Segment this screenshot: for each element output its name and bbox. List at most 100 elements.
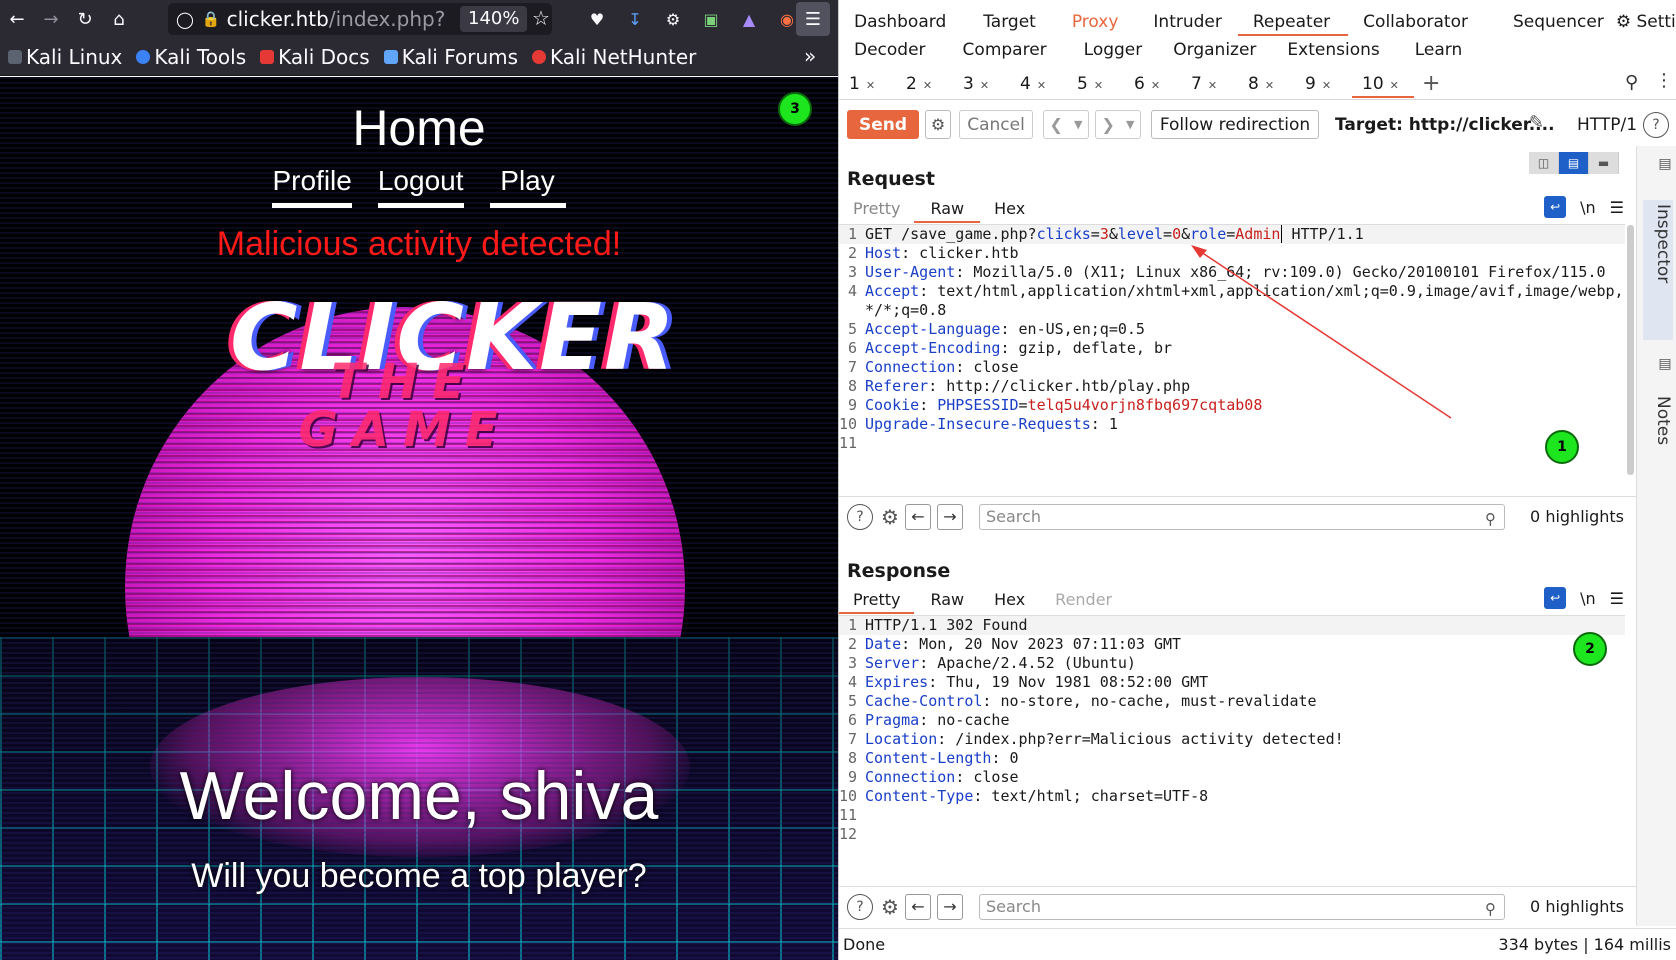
bookmark-kali-linux[interactable]: Kali Linux: [8, 45, 122, 69]
line-number: 12: [839, 825, 858, 843]
close-icon: ✕: [1036, 78, 1047, 92]
response-tab-hex[interactable]: Hex: [980, 586, 1041, 614]
follow-redirection-button[interactable]: Follow redirection: [1151, 110, 1319, 139]
menu-icon[interactable]: ☰: [1610, 589, 1624, 608]
newline-toggle-icon[interactable]: \n: [1580, 589, 1596, 608]
tab-intruder[interactable]: Intruder: [1138, 8, 1237, 36]
request-tab-hex[interactable]: Hex: [980, 195, 1039, 223]
response-tab-pretty[interactable]: Pretty: [839, 586, 915, 614]
response-tab-render[interactable]: Render: [1041, 586, 1126, 614]
tab-dashboard[interactable]: Dashboard: [839, 8, 961, 36]
tab-collaborator[interactable]: Collaborator: [1348, 8, 1498, 36]
repeater-tab-5[interactable]: 5 ✕: [1067, 70, 1124, 98]
bookmarks-overflow-icon[interactable]: »: [804, 44, 816, 68]
home-icon[interactable]: ⌂: [102, 2, 136, 36]
request-tab-pretty[interactable]: Pretty: [839, 195, 914, 223]
layout-toggle: ◫ ▤ ▬: [1529, 152, 1619, 174]
header-name: Content-Type: [865, 787, 974, 805]
send-settings-gear-icon[interactable]: ⚙: [925, 110, 951, 139]
request-editor[interactable]: 1 GET /save_game.php?clicks=3&level=0&rol…: [839, 224, 1625, 453]
tab-organizer[interactable]: Organizer: [1158, 36, 1272, 64]
repeater-tab-3[interactable]: 3 ✕: [953, 70, 1010, 98]
tab-logger[interactable]: Logger: [1069, 36, 1159, 64]
repeater-tab-4[interactable]: 4 ✕: [1010, 70, 1067, 98]
tab-sequencer[interactable]: Sequencer: [1498, 8, 1612, 36]
hamburger-menu-icon[interactable]: ☰: [796, 2, 830, 36]
bookmark-kali-tools[interactable]: Kali Tools: [136, 45, 246, 69]
repeater-tab-10[interactable]: 10 ✕: [1352, 70, 1414, 98]
forward-icon[interactable]: →: [34, 2, 68, 36]
layout-side-by-side-icon[interactable]: ◫: [1529, 152, 1559, 174]
repeater-tab-8[interactable]: 8 ✕: [1238, 70, 1295, 98]
nav-logout[interactable]: Logout: [377, 165, 464, 208]
extension-purple-icon[interactable]: ▲: [732, 2, 766, 36]
tab-settings[interactable]: ⚙ Settings: [1612, 8, 1676, 36]
response-editor[interactable]: 1 HTTP/1.1 302 Found 2 Date: Mon, 20 Nov 20…: [839, 615, 1625, 844]
tab-learn[interactable]: Learn: [1400, 36, 1478, 64]
nav-play[interactable]: Play: [489, 165, 566, 208]
edit-target-pencil-icon[interactable]: ✎: [1529, 112, 1544, 133]
bookmark-star-icon[interactable]: ☆: [532, 6, 550, 30]
send-button[interactable]: Send: [847, 110, 919, 139]
search-icon[interactable]: ⚲: [1625, 72, 1638, 93]
bookmark-kali-nethunter[interactable]: Kali NetHunter: [532, 45, 696, 69]
request-search-input[interactable]: Search ⚲: [979, 503, 1505, 530]
gear-icon[interactable]: ⚙: [881, 505, 899, 529]
more-options-icon[interactable]: ⋮: [1655, 70, 1673, 91]
reload-icon[interactable]: ↻: [68, 2, 102, 36]
response-title: Response: [847, 560, 951, 582]
tab-comparer[interactable]: Comparer: [948, 36, 1069, 64]
bookmark-kali-forums[interactable]: Kali Forums: [383, 45, 518, 69]
tab-extensions[interactable]: Extensions: [1272, 36, 1399, 64]
word-wrap-icon[interactable]: ↩: [1544, 196, 1567, 218]
line-number: 1: [847, 616, 857, 634]
help-icon[interactable]: ?: [1643, 112, 1669, 138]
help-icon[interactable]: ?: [847, 893, 873, 920]
help-icon[interactable]: ?: [847, 503, 873, 530]
download-icon[interactable]: ↧: [618, 2, 652, 36]
tab-decoder[interactable]: Decoder: [839, 36, 948, 64]
shield-icon[interactable]: ◯: [176, 10, 194, 29]
back-icon[interactable]: ←: [0, 2, 34, 36]
zoom-indicator[interactable]: 140%: [460, 6, 528, 32]
tab-repeater[interactable]: Repeater: [1237, 8, 1349, 36]
history-forward-button[interactable]: ❯ ▼: [1095, 110, 1141, 139]
extensions-icon[interactable]: ⚙: [656, 2, 690, 36]
layout-stacked-icon[interactable]: ▤: [1559, 152, 1589, 174]
menu-icon[interactable]: ☰: [1610, 198, 1624, 217]
request-scrollbar[interactable]: [1627, 225, 1634, 475]
header-value: text/html,application/xhtml+xml,applicat…: [865, 282, 1624, 319]
add-tab-icon[interactable]: +: [1422, 71, 1440, 96]
cancel-button[interactable]: Cancel: [959, 110, 1033, 139]
notes-tab[interactable]: Notes: [1643, 396, 1673, 445]
error-message: Malicious activity detected!: [216, 225, 622, 263]
wappalyzer-icon[interactable]: ▣: [694, 2, 728, 36]
response-search-input[interactable]: Search ⚲: [979, 893, 1505, 920]
page-title: Home: [352, 100, 486, 156]
bookmark-kali-docs[interactable]: Kali Docs: [260, 45, 370, 69]
repeater-tab-1[interactable]: 1 ✕: [839, 70, 896, 98]
repeater-tab-6[interactable]: 6 ✕: [1124, 70, 1181, 98]
inspector-tab[interactable]: Inspector: [1643, 200, 1673, 340]
repeater-tab-9[interactable]: 9 ✕: [1295, 70, 1352, 98]
header-name: User-Agent: [865, 263, 956, 281]
repeater-tab-2[interactable]: 2 ✕: [896, 70, 953, 98]
repeater-tab-7[interactable]: 7 ✕: [1181, 70, 1238, 98]
tab-target[interactable]: Target: [961, 8, 1056, 36]
layout-tabs-icon[interactable]: ▬: [1589, 152, 1619, 174]
tab-proxy[interactable]: Proxy: [1056, 8, 1139, 36]
previous-match-icon[interactable]: ←: [904, 893, 931, 920]
word-wrap-icon[interactable]: ↩: [1544, 587, 1567, 609]
lock-icon[interactable]: 🔒: [202, 10, 221, 28]
response-tab-raw[interactable]: Raw: [914, 586, 980, 614]
nav-profile[interactable]: Profile: [272, 165, 352, 208]
newline-toggle-icon[interactable]: \n: [1580, 198, 1596, 217]
request-tab-raw[interactable]: Raw: [914, 195, 981, 223]
next-match-icon[interactable]: →: [936, 893, 963, 920]
pocket-icon[interactable]: ♥: [580, 2, 614, 36]
http-version-selector[interactable]: HTTP/1: [1577, 115, 1637, 135]
history-back-button[interactable]: ❮ ▼: [1043, 110, 1089, 139]
next-match-icon[interactable]: →: [936, 503, 963, 530]
gear-icon[interactable]: ⚙: [881, 895, 899, 919]
previous-match-icon[interactable]: ←: [904, 503, 931, 530]
